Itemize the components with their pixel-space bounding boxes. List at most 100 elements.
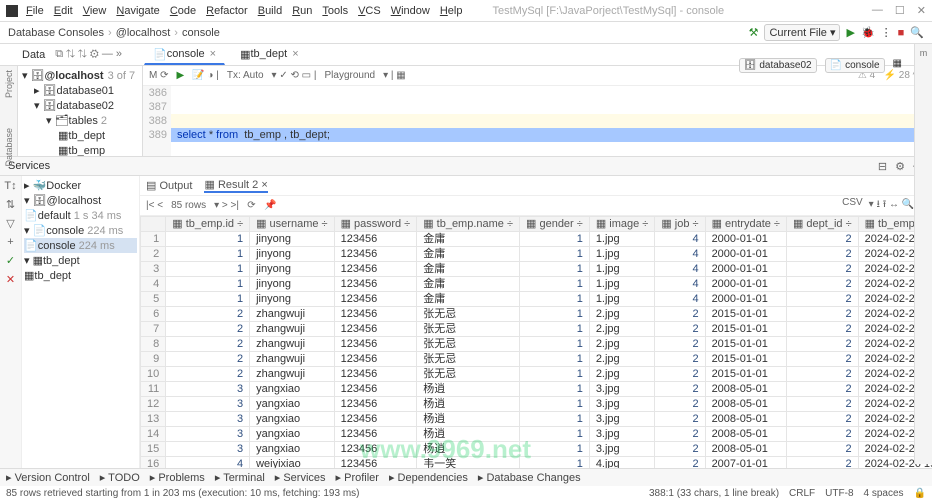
ok-icon[interactable]: ✓	[6, 254, 15, 267]
breadcrumb-item[interactable]: Database Consoles	[8, 27, 104, 39]
breadcrumb-item[interactable]: console	[182, 27, 220, 39]
tree-tbdept2[interactable]: ▦ tb_dept	[24, 268, 137, 283]
menu-code[interactable]: Code	[170, 5, 196, 17]
tab-console[interactable]: 📄 console×	[144, 45, 225, 65]
tree-console-sel[interactable]: 📄 console 224 ms	[24, 238, 137, 253]
run-icon[interactable]: ▶	[846, 26, 854, 39]
tool-todo[interactable]: ▸ TODO	[100, 471, 140, 484]
menu-help[interactable]: Help	[440, 5, 463, 17]
menu-vcs[interactable]: VCS	[358, 5, 381, 17]
col-header[interactable]: ▦ username ÷	[250, 217, 334, 232]
filter2-icon[interactable]: ▽	[6, 217, 14, 230]
collapse-icon[interactable]: ⊟	[878, 160, 887, 173]
tree-default[interactable]: 📄 default 1 s 34 ms	[24, 208, 137, 223]
col-header[interactable]: ▦ image ÷	[589, 217, 655, 232]
menu-edit[interactable]: Edit	[54, 5, 73, 17]
tree-docker[interactable]: ▸ 🐳 Docker	[24, 178, 137, 193]
tool-problems[interactable]: ▸ Problems	[150, 471, 205, 484]
menu-build[interactable]: Build	[258, 5, 282, 17]
sql-line[interactable]: select * from tb_emp , tb_dept;	[171, 128, 932, 142]
toolbar-icons[interactable]: ⧉ ⇅ ⇅ ⚙ — »	[55, 48, 122, 61]
tree-db[interactable]: ▸ 🗄 database01	[22, 83, 138, 98]
tree-tbdept[interactable]: ▾ ▦ tb_dept	[24, 253, 137, 268]
tree-db[interactable]: ▾ 🗄 database02	[22, 98, 138, 113]
table-row[interactable]: 41jinyong123456金庸11.jpg42000-01-0122024-…	[141, 277, 932, 292]
split-icon[interactable]: ▦	[893, 58, 902, 73]
encoding[interactable]: UTF-8	[825, 488, 853, 499]
menu-tools[interactable]: Tools	[322, 5, 348, 17]
table-row[interactable]: 153yangxiao123456杨逍13.jpg22008-05-012202…	[141, 442, 932, 457]
close-tab-icon[interactable]: ×	[210, 48, 216, 60]
search-icon[interactable]: 🔍	[910, 26, 924, 39]
editor-body[interactable]: 386387388389 select * from tb_emp , tb_d…	[143, 86, 932, 156]
tab-tbdept[interactable]: ▦ tb_dept×	[231, 45, 308, 65]
menu-navigate[interactable]: Navigate	[116, 5, 159, 17]
menu-window[interactable]: Window	[391, 5, 430, 17]
indent[interactable]: 4 spaces	[864, 488, 904, 499]
table-row[interactable]: 72zhangwuji123456张无忌12.jpg22015-01-01220…	[141, 322, 932, 337]
minimize-icon[interactable]: —	[872, 4, 883, 17]
tool-profiler[interactable]: ▸ Profiler	[336, 471, 379, 484]
line-sep[interactable]: CRLF	[789, 488, 815, 499]
database-tool[interactable]: Database	[4, 128, 14, 167]
cancel-icon[interactable]: ✕	[6, 273, 15, 286]
tx-mode[interactable]: Tx: Auto	[227, 70, 264, 81]
tool-dependencies[interactable]: ▸ Dependencies	[389, 471, 468, 484]
lock-icon[interactable]: 🔒	[914, 488, 926, 499]
maximize-icon[interactable]: ☐	[895, 4, 905, 17]
more-run-icon[interactable]: ⋮	[881, 26, 892, 39]
table-row[interactable]: 11jinyong123456金庸11.jpg42000-01-0122024-…	[141, 232, 932, 247]
close-icon[interactable]: ✕	[917, 4, 926, 17]
table-row[interactable]: 82zhangwuji123456张无忌12.jpg22015-01-01220…	[141, 337, 932, 352]
col-header[interactable]: ▦ entrydate ÷	[705, 217, 786, 232]
table-row[interactable]: 21jinyong123456金庸11.jpg42000-01-0122024-…	[141, 247, 932, 262]
gear-icon[interactable]: ⚙	[895, 160, 905, 173]
menu-run[interactable]: Run	[292, 5, 312, 17]
breadcrumb-item[interactable]: @localhost	[116, 27, 171, 39]
project-tool[interactable]: Project	[4, 70, 14, 98]
tree-icon[interactable]: ⇅	[6, 198, 15, 211]
m-icon[interactable]: m	[920, 48, 928, 58]
close-tab-icon[interactable]: ×	[292, 48, 298, 60]
stop-icon[interactable]: ■	[898, 27, 905, 39]
tree-console[interactable]: ▾ 📄 console 224 ms	[24, 223, 137, 238]
tree-table[interactable]: ▦ tb_emp	[22, 143, 138, 156]
tool-services[interactable]: ▸ Services	[275, 471, 326, 484]
export-format[interactable]: CSV	[842, 197, 863, 214]
table-row[interactable]: 31jinyong123456金庸11.jpg42000-01-0122024-…	[141, 262, 932, 277]
run-config-dropdown[interactable]: Current File ▾	[764, 24, 840, 41]
tool-terminal[interactable]: ▸ Terminal	[215, 471, 265, 484]
tree-tables[interactable]: ▾ 🗂 tables 2	[22, 113, 138, 128]
filter-icon[interactable]: T↕	[4, 180, 16, 192]
table-row[interactable]: 102zhangwuji123456张无忌12.jpg22015-01-0122…	[141, 367, 932, 382]
col-header[interactable]: ▦ tb_emp.name ÷	[417, 217, 520, 232]
execute-icon[interactable]: ▶	[177, 70, 185, 81]
menu-view[interactable]: View	[83, 5, 107, 17]
result-grid[interactable]: ▦ tb_emp.id ÷▦ username ÷▦ password ÷▦ t…	[140, 216, 932, 484]
table-row[interactable]: 92zhangwuji123456张无忌12.jpg22015-01-01220…	[141, 352, 932, 367]
debug-icon[interactable]: 🐞	[861, 26, 875, 39]
add-icon[interactable]: +	[7, 236, 13, 248]
menu-refactor[interactable]: Refactor	[206, 5, 248, 17]
hammer-icon[interactable]: ⚒	[749, 26, 759, 39]
table-row[interactable]: 143yangxiao123456杨逍13.jpg22008-05-012202…	[141, 427, 932, 442]
col-header[interactable]: ▦ dept_id ÷	[786, 217, 858, 232]
table-row[interactable]: 51jinyong123456金庸11.jpg42000-01-0122024-…	[141, 292, 932, 307]
col-header[interactable]: ▦ gender ÷	[520, 217, 590, 232]
tree-table[interactable]: ▦ tb_dept	[22, 128, 138, 143]
table-row[interactable]: 62zhangwuji123456张无忌12.jpg22015-01-01220…	[141, 307, 932, 322]
table-row[interactable]: 113yangxiao123456杨逍13.jpg22008-05-012202…	[141, 382, 932, 397]
tree-root[interactable]: ▾ 🗄 @localhost 3 of 7	[22, 68, 138, 83]
tree-host[interactable]: ▾ 🗄 @localhost	[24, 193, 137, 208]
tab-output[interactable]: ▤ Output	[146, 179, 192, 192]
tool-database changes[interactable]: ▸ Database Changes	[478, 471, 581, 484]
row-count[interactable]: 85 rows	[171, 200, 206, 211]
table-row[interactable]: 133yangxiao123456杨逍13.jpg22008-05-012202…	[141, 412, 932, 427]
col-header[interactable]: ▦ password ÷	[334, 217, 417, 232]
col-header[interactable]: ▦ job ÷	[655, 217, 705, 232]
tool-version control[interactable]: ▸ Version Control	[6, 471, 90, 484]
col-header[interactable]: ▦ tb_emp.id ÷	[166, 217, 250, 232]
playground-toggle[interactable]: Playground	[324, 70, 375, 81]
menu-file[interactable]: File	[26, 5, 44, 17]
datasource-chip[interactable]: 🗄 database02	[739, 58, 817, 73]
